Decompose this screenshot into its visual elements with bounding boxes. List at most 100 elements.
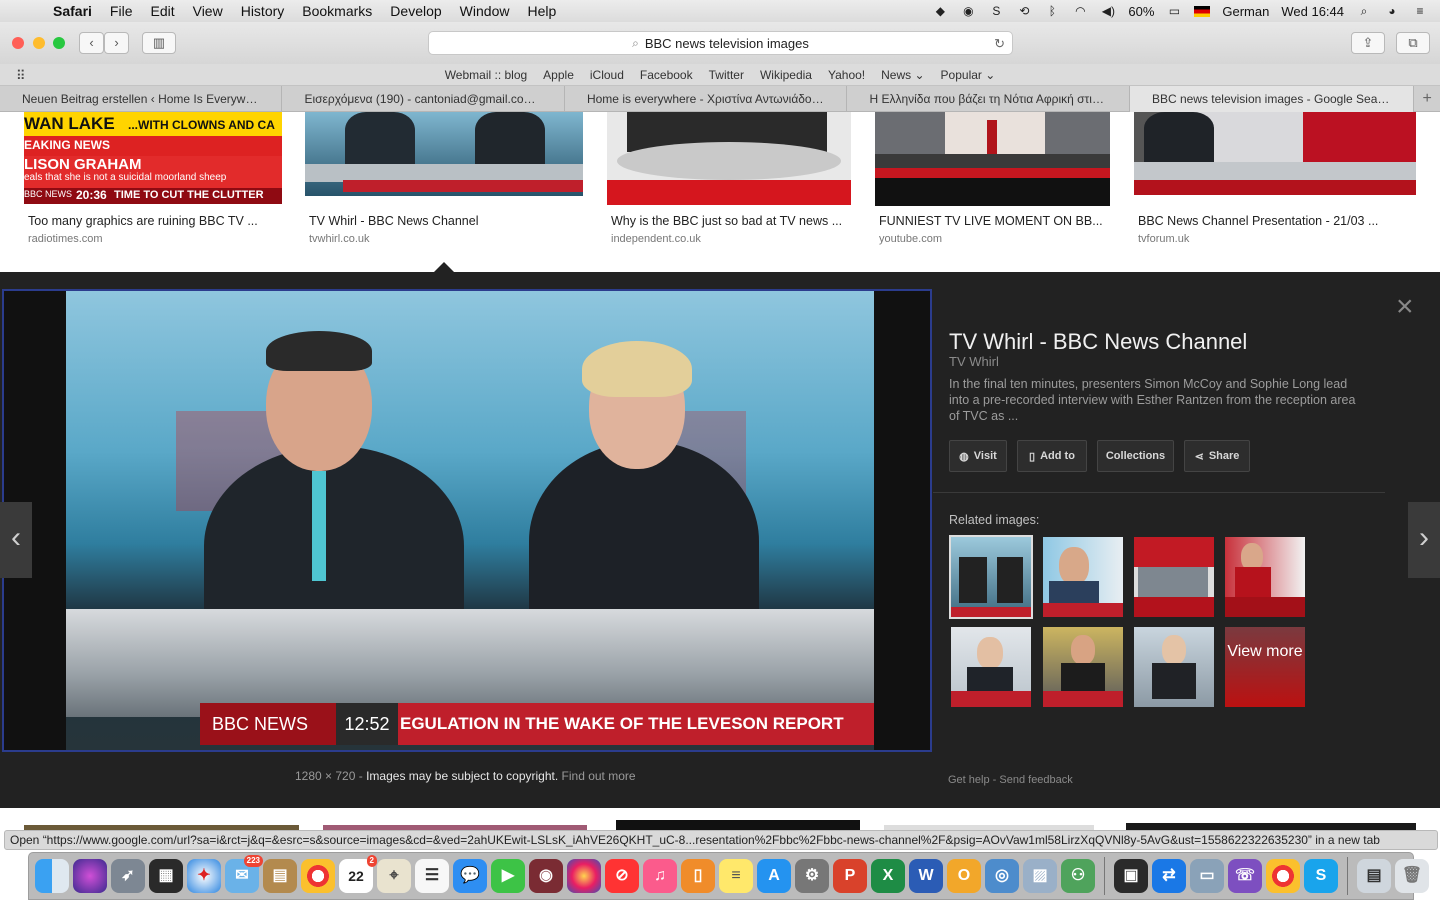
send-feedback-link[interactable]: Send feedback [999, 774, 1072, 786]
related-image-4[interactable] [1225, 537, 1305, 617]
main-image[interactable]: BBC NEWS 12:52 EGULATION IN THE WAKE OF … [2, 289, 932, 752]
favorite-webmail[interactable]: Webmail :: blog [437, 68, 535, 82]
viber-dock-icon[interactable]: ☏ [1228, 859, 1262, 893]
contacts-icon[interactable]: ▤ [263, 859, 297, 893]
add-to-button[interactable]: ▯ Add to [1017, 440, 1087, 472]
reminders-icon[interactable]: ☰ [415, 859, 449, 893]
calendar-icon[interactable]: 22 2 [339, 855, 377, 893]
favorite-twitter[interactable]: Twitter [701, 68, 752, 82]
dropbox-icon[interactable]: ◆ [932, 4, 948, 18]
favorite-yahoo[interactable]: Yahoo! [820, 68, 873, 82]
result-title[interactable]: BBC News Channel Presentation - 21/03 ..… [1138, 214, 1378, 228]
favorite-icloud[interactable]: iCloud [582, 68, 632, 82]
app-store-icon[interactable]: A [757, 859, 791, 893]
chrome-secondary-icon[interactable] [1266, 859, 1300, 893]
german-flag-icon[interactable] [1194, 5, 1211, 17]
powerpoint-icon[interactable]: P [833, 859, 867, 893]
tab-article[interactable]: Η Ελληνίδα που βάζει τη Νότια Αφρική στι… [847, 86, 1130, 112]
viewer-source[interactable]: TV Whirl [949, 354, 999, 369]
excel-icon[interactable]: X [871, 859, 905, 893]
finder-icon[interactable] [35, 859, 69, 893]
launchpad-icon[interactable]: ➶ [111, 859, 145, 893]
siri-icon[interactable] [73, 859, 107, 893]
safari-icon[interactable]: ✦ [187, 859, 221, 893]
favorite-news-folder[interactable]: News ⌄ [873, 68, 932, 82]
collections-button[interactable]: Collections [1097, 440, 1174, 472]
favorite-facebook[interactable]: Facebook [632, 68, 701, 82]
related-image-2[interactable] [1043, 537, 1123, 617]
related-image-5[interactable] [951, 627, 1031, 707]
back-button[interactable]: ‹ [79, 32, 104, 54]
view-more-related-button[interactable]: View more [1225, 627, 1305, 707]
image-capture-icon[interactable]: ▭ [1190, 859, 1224, 893]
viber-icon[interactable]: ◉ [960, 4, 976, 18]
notes-icon[interactable]: ≡ [719, 859, 753, 893]
siri-icon[interactable]: ◕ [1384, 4, 1400, 18]
result-title[interactable]: Too many graphics are ruining BBC TV ... [28, 214, 258, 228]
tabs-overview-icon[interactable]: ⧉ [1396, 32, 1430, 54]
related-image-1[interactable] [949, 535, 1033, 619]
viewer-title[interactable]: TV Whirl - BBC News Channel [949, 329, 1247, 355]
close-window-button[interactable] [12, 37, 24, 49]
preview-icon[interactable]: ▨ [1023, 859, 1057, 893]
result-site[interactable]: tvforum.uk [1138, 233, 1189, 245]
notification-center-icon[interactable]: ≡ [1412, 4, 1428, 18]
related-image-7[interactable] [1134, 627, 1214, 707]
favorite-apple[interactable]: Apple [535, 68, 582, 82]
next-image-button[interactable]: › [1408, 502, 1440, 578]
find-out-more-link[interactable]: Find out more [562, 769, 636, 783]
spotlight-icon[interactable]: ⌕ [1356, 4, 1372, 18]
close-viewer-icon[interactable]: × [1396, 292, 1414, 322]
dashboard-icon[interactable]: ▦ [149, 859, 183, 893]
forward-button[interactable]: › [104, 32, 129, 54]
address-bar[interactable]: ⌕ BBC news television images ↻ [428, 31, 1013, 55]
mail-icon[interactable]: ✉ 223 [225, 855, 263, 893]
top-sites-grid-icon[interactable]: ⠿ [16, 68, 26, 84]
menu-bookmarks[interactable]: Bookmarks [293, 3, 381, 19]
downloads-stack-icon[interactable]: ▤ [1357, 859, 1391, 893]
input-source-label[interactable]: German [1222, 4, 1269, 19]
outlook-icon[interactable]: O [947, 859, 981, 893]
result-site[interactable]: youtube.com [879, 233, 942, 245]
result-thumbnail[interactable] [607, 112, 851, 205]
system-preferences-icon[interactable]: ⚙ [795, 859, 829, 893]
photos-icon[interactable] [567, 859, 601, 893]
favorite-wikipedia[interactable]: Wikipedia [752, 68, 820, 82]
new-tab-icon[interactable]: + [1414, 86, 1440, 111]
time-machine-icon[interactable]: ⟲ [1016, 4, 1032, 18]
clock[interactable]: Wed 16:44 [1281, 4, 1344, 19]
menu-file[interactable]: File [101, 3, 142, 19]
tab-gmail[interactable]: Εισερχόμενα (190) - cantoniad@gmail.com … [282, 86, 565, 112]
result-title[interactable]: TV Whirl - BBC News Channel [309, 214, 479, 228]
chrome-icon[interactable] [301, 859, 335, 893]
maps-icon[interactable]: ⌖ [377, 859, 411, 893]
volume-icon[interactable]: ◀) [1100, 4, 1116, 18]
word-icon[interactable]: W [909, 859, 943, 893]
tab-blog[interactable]: Home is everywhere - Χριστίνα Αντωνιάδου… [565, 86, 848, 112]
books-icon[interactable]: ▯ [681, 859, 715, 893]
reload-icon[interactable]: ↻ [994, 36, 1005, 52]
facetime-icon[interactable]: ▶ [491, 859, 525, 893]
result-site[interactable]: independent.co.uk [611, 233, 701, 245]
skype-dock-icon[interactable]: S [1304, 859, 1338, 893]
battery-icon[interactable]: ▭ [1166, 4, 1182, 18]
menu-window[interactable]: Window [451, 3, 519, 19]
favorite-popular-folder[interactable]: Popular ⌄ [933, 68, 1004, 82]
photo-booth-icon[interactable]: ◉ [529, 859, 563, 893]
previous-image-button[interactable]: ‹ [0, 502, 32, 578]
result-thumbnail[interactable] [1134, 112, 1416, 195]
family-sharing-icon[interactable]: ⚇ [1061, 859, 1095, 893]
related-image-6[interactable] [1043, 627, 1123, 707]
get-help-link[interactable]: Get help [948, 774, 990, 786]
result-site[interactable]: tvwhirl.co.uk [309, 233, 370, 245]
messages-icon[interactable]: 💬 [453, 859, 487, 893]
itunes-icon[interactable]: ♫ [643, 859, 677, 893]
menu-develop[interactable]: Develop [381, 3, 450, 19]
result-thumbnail[interactable]: WAN LAKE ...WITH CLOWNS AND CA EAKING NE… [24, 112, 282, 204]
tab-google-search[interactable]: BBC news television images - Google Sear… [1129, 86, 1415, 112]
trash-icon[interactable]: 🗑 [1395, 859, 1429, 893]
network-icon[interactable]: ◎ [985, 859, 1019, 893]
menu-view[interactable]: View [184, 3, 232, 19]
result-site[interactable]: radiotimes.com [28, 233, 103, 245]
zoom-window-button[interactable] [53, 37, 65, 49]
